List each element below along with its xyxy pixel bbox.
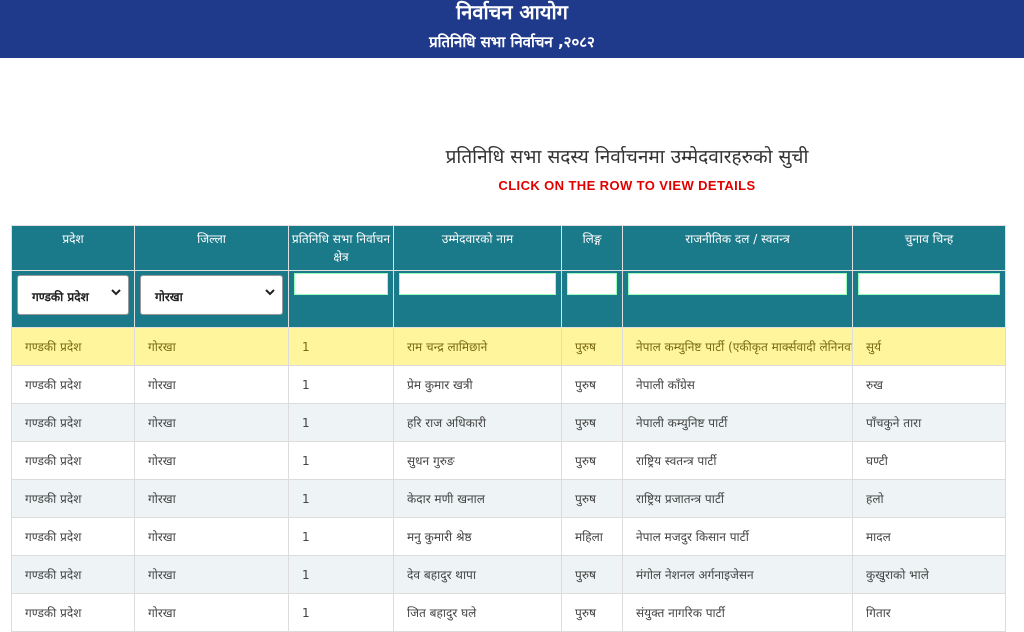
cell-constituency: 1 xyxy=(288,403,394,442)
cell-constituency: 1 xyxy=(288,441,394,480)
gender-filter-input[interactable] xyxy=(567,273,617,295)
table-row[interactable]: गण्डकी प्रदेश गोरखा 1 केदार मणी खनाल पुरुष रा… xyxy=(11,479,1006,518)
click-hint: CLICK ON THE ROW TO VIEW DETAILS xyxy=(498,178,756,193)
cell-symbol: रुख xyxy=(852,365,1006,404)
cell-constituency: 1 xyxy=(288,593,394,632)
cell-candidate-name: प्रेम कुमार खत्री xyxy=(393,365,562,404)
site-title: निर्वाचन आयोग xyxy=(456,0,568,24)
symbol-filter-input[interactable] xyxy=(858,273,1000,295)
cell-party: राष्ट्रिय स्वतन्त्र पार्टी xyxy=(622,441,853,480)
cell-party: नेपाली कम्युनिष्ट पार्टी xyxy=(622,403,853,442)
cell-symbol: मादल xyxy=(852,517,1006,556)
filter-cell-gender xyxy=(561,270,623,328)
cell-candidate-name: देव बहादुर थापा xyxy=(393,555,562,594)
column-header-constituency[interactable]: प्रतिनिधि सभा निर्वाचन क्षेत्र xyxy=(288,225,394,271)
cell-district: गोरखा xyxy=(134,327,289,366)
page-title: प्रतिनिधि सभा सदस्य निर्वाचनमा उम्मेदवार… xyxy=(445,146,809,168)
filter-cell-province: गण्डकी प्रदेश xyxy=(11,270,135,328)
candidates-table-container: प्रदेश जिल्ला प्रतिनिधि सभा निर्वाचन क्ष… xyxy=(11,225,1006,632)
cell-symbol: गितार xyxy=(852,593,1006,632)
table-header-row: प्रदेश जिल्ला प्रतिनिधि सभा निर्वाचन क्ष… xyxy=(11,225,1006,271)
cell-party: संयुक्त नागरिक पार्टी xyxy=(622,593,853,632)
province-select[interactable]: गण्डकी प्रदेश xyxy=(17,275,129,315)
column-header-party[interactable]: राजनीतिक दल / स्वतन्त्र xyxy=(622,225,853,271)
cell-party: नेपाल कम्युनिष्ट पार्टी (एकीकृत मार्क्सव… xyxy=(622,327,853,366)
cell-province: गण्डकी प्रदेश xyxy=(11,517,135,556)
province-select-value: गण्डकी प्रदेश xyxy=(32,290,89,304)
column-header-province[interactable]: प्रदेश xyxy=(11,225,135,271)
cell-candidate-name: जित बहादुर घले xyxy=(393,593,562,632)
table-row[interactable]: गण्डकी प्रदेश गोरखा 1 प्रेम कुमार खत्री पुरु… xyxy=(11,365,1006,404)
column-header-candidate-name[interactable]: उम्मेदवारको नाम xyxy=(393,225,562,271)
party-filter-input[interactable] xyxy=(628,273,847,295)
cell-candidate-name: सुधन गुरुङ xyxy=(393,441,562,480)
filter-cell-party xyxy=(622,270,853,328)
cell-party: नेपाली काँग्रेस xyxy=(622,365,853,404)
chevron-down-icon xyxy=(110,286,122,302)
cell-candidate-name: मनु कुमारी श्रेष्ठ xyxy=(393,517,562,556)
chevron-down-icon xyxy=(264,286,276,302)
cell-symbol: घण्टी xyxy=(852,441,1006,480)
table-row[interactable]: गण्डकी प्रदेश गोरखा 1 जित बहादुर घले पुरुष सं… xyxy=(11,593,1006,632)
cell-symbol: पाँचकुने तारा xyxy=(852,403,1006,442)
cell-constituency: 1 xyxy=(288,365,394,404)
cell-party: नेपाल मजदुर किसान पार्टी xyxy=(622,517,853,556)
cell-gender: पुरुष xyxy=(561,327,623,366)
cell-constituency: 1 xyxy=(288,479,394,518)
cell-district: गोरखा xyxy=(134,441,289,480)
table-row[interactable]: गण्डकी प्रदेश गोरखा 1 हरि राज अधिकारी पुरुष न… xyxy=(11,403,1006,442)
cell-district: गोरखा xyxy=(134,403,289,442)
column-header-symbol[interactable]: चुनाव चिन्ह xyxy=(852,225,1006,271)
cell-symbol: सुर्य xyxy=(852,327,1006,366)
site-header: निर्वाचन आयोग प्रतिनिधि सभा निर्वाचन ,२०… xyxy=(0,0,1024,58)
cell-gender: पुरुष xyxy=(561,479,623,518)
candidate-name-filter-input[interactable] xyxy=(399,273,556,295)
cell-symbol: कुखुराको भाले xyxy=(852,555,1006,594)
filter-cell-constituency xyxy=(288,270,394,328)
cell-gender: पुरुष xyxy=(561,593,623,632)
cell-district: गोरखा xyxy=(134,517,289,556)
cell-constituency: 1 xyxy=(288,555,394,594)
cell-symbol: हलो xyxy=(852,479,1006,518)
cell-district: गोरखा xyxy=(134,365,289,404)
cell-province: गण्डकी प्रदेश xyxy=(11,403,135,442)
table-row[interactable]: गण्डकी प्रदेश गोरखा 1 सुधन गुरुङ पुरुष राष्ट्… xyxy=(11,441,1006,480)
constituency-filter-input[interactable] xyxy=(294,273,388,295)
cell-constituency: 1 xyxy=(288,517,394,556)
candidates-table: प्रदेश जिल्ला प्रतिनिधि सभा निर्वाचन क्ष… xyxy=(11,225,1006,632)
cell-gender: महिला xyxy=(561,517,623,556)
site-subtitle: प्रतिनिधि सभा निर्वाचन ,२०८२ xyxy=(429,33,595,51)
district-select[interactable]: गोरखा xyxy=(140,275,283,315)
column-header-district[interactable]: जिल्ला xyxy=(134,225,289,271)
filter-cell-candidate-name xyxy=(393,270,562,328)
table-row[interactable]: गण्डकी प्रदेश गोरखा 1 मनु कुमारी श्रेष्ठ महि… xyxy=(11,517,1006,556)
filter-cell-symbol xyxy=(852,270,1006,328)
cell-gender: पुरुष xyxy=(561,365,623,404)
district-select-value: गोरखा xyxy=(155,290,183,304)
cell-district: गोरखा xyxy=(134,479,289,518)
column-header-gender[interactable]: लिङ्ग xyxy=(561,225,623,271)
table-row[interactable]: गण्डकी प्रदेश गोरखा 1 देव बहादुर थापा पुरुष म… xyxy=(11,555,1006,594)
cell-province: गण्डकी प्रदेश xyxy=(11,365,135,404)
cell-party: राष्ट्रिय प्रजातन्त्र पार्टी xyxy=(622,479,853,518)
table-row[interactable]: गण्डकी प्रदेश गोरखा 1 राम चन्द्र लामिछाने पु… xyxy=(11,327,1006,366)
cell-district: गोरखा xyxy=(134,555,289,594)
cell-province: गण्डकी प्रदेश xyxy=(11,441,135,480)
cell-constituency: 1 xyxy=(288,327,394,366)
table-body: गण्डकी प्रदेश गोरखा 1 राम चन्द्र लामिछाने पु… xyxy=(11,327,1006,632)
cell-candidate-name: हरि राज अधिकारी xyxy=(393,403,562,442)
cell-party: मंगोल नेशनल अर्गनाइजेसन xyxy=(622,555,853,594)
cell-province: गण्डकी प्रदेश xyxy=(11,327,135,366)
cell-gender: पुरुष xyxy=(561,403,623,442)
cell-province: गण्डकी प्रदेश xyxy=(11,593,135,632)
cell-province: गण्डकी प्रदेश xyxy=(11,479,135,518)
cell-candidate-name: केदार मणी खनाल xyxy=(393,479,562,518)
cell-province: गण्डकी प्रदेश xyxy=(11,555,135,594)
cell-district: गोरखा xyxy=(134,593,289,632)
cell-gender: पुरुष xyxy=(561,555,623,594)
filter-cell-district: गोरखा xyxy=(134,270,289,328)
cell-candidate-name: राम चन्द्र लामिछाने xyxy=(393,327,562,366)
filter-row: गण्डकी प्रदेश गोरखा xyxy=(11,270,1006,328)
cell-gender: पुरुष xyxy=(561,441,623,480)
